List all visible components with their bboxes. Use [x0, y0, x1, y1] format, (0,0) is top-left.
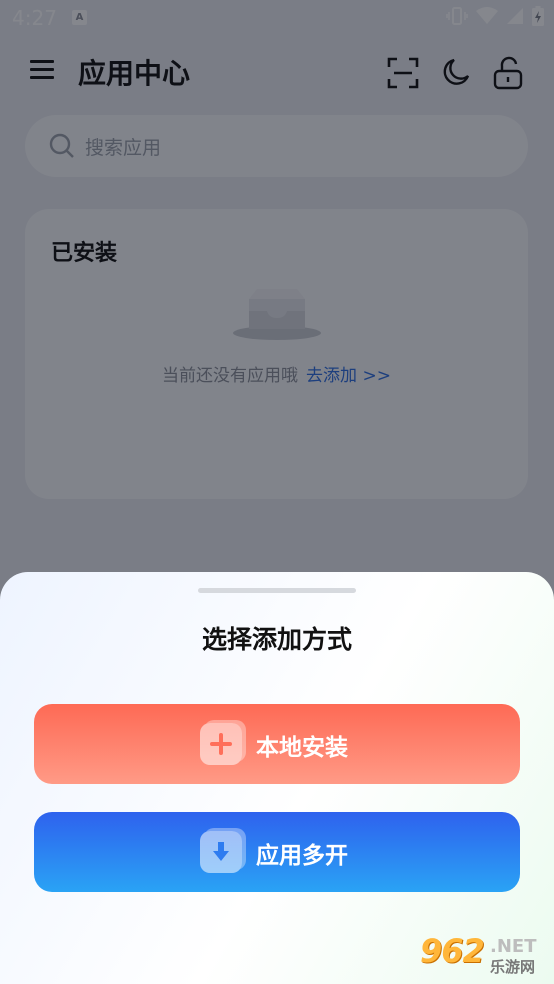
local-install-label: 本地安装	[256, 735, 348, 761]
local-install-button[interactable]: 本地安装	[34, 704, 520, 784]
add-method-sheet: 选择添加方式 本地安装 应用多开 962 .NET 乐游网	[0, 572, 554, 984]
plus-icon	[200, 723, 242, 765]
app-clone-label: 应用多开	[256, 843, 348, 869]
sheet-title: 选择添加方式	[201, 625, 352, 654]
watermark-name: 乐游网	[490, 958, 536, 976]
app-clone-button[interactable]: 应用多开	[34, 812, 520, 892]
sheet-handle[interactable]	[198, 588, 356, 593]
watermark-number: 962	[420, 932, 485, 970]
watermark-logo: 962 .NET 乐游网	[414, 932, 546, 978]
download-icon	[200, 831, 242, 873]
watermark-suffix: .NET	[490, 936, 537, 957]
